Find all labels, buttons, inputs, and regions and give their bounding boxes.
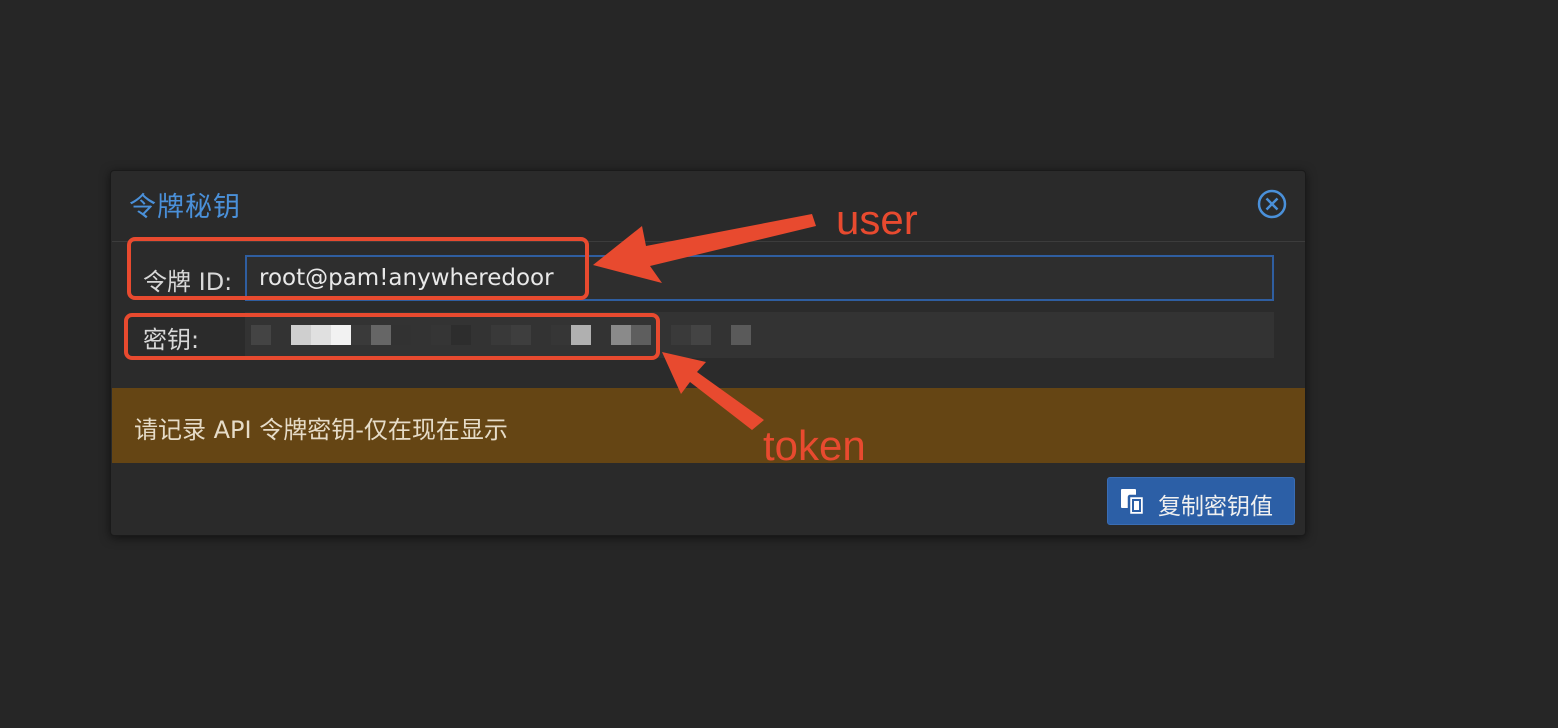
token-annotation-label: token	[763, 422, 866, 469]
annotation-arrows	[593, 214, 816, 430]
screenshot-stage: 令牌秘钥 令牌 ID: 密钥:	[0, 0, 1558, 728]
user-arrow	[593, 214, 816, 283]
token-arrow	[662, 352, 764, 430]
user-annotation-label: user	[836, 196, 918, 243]
